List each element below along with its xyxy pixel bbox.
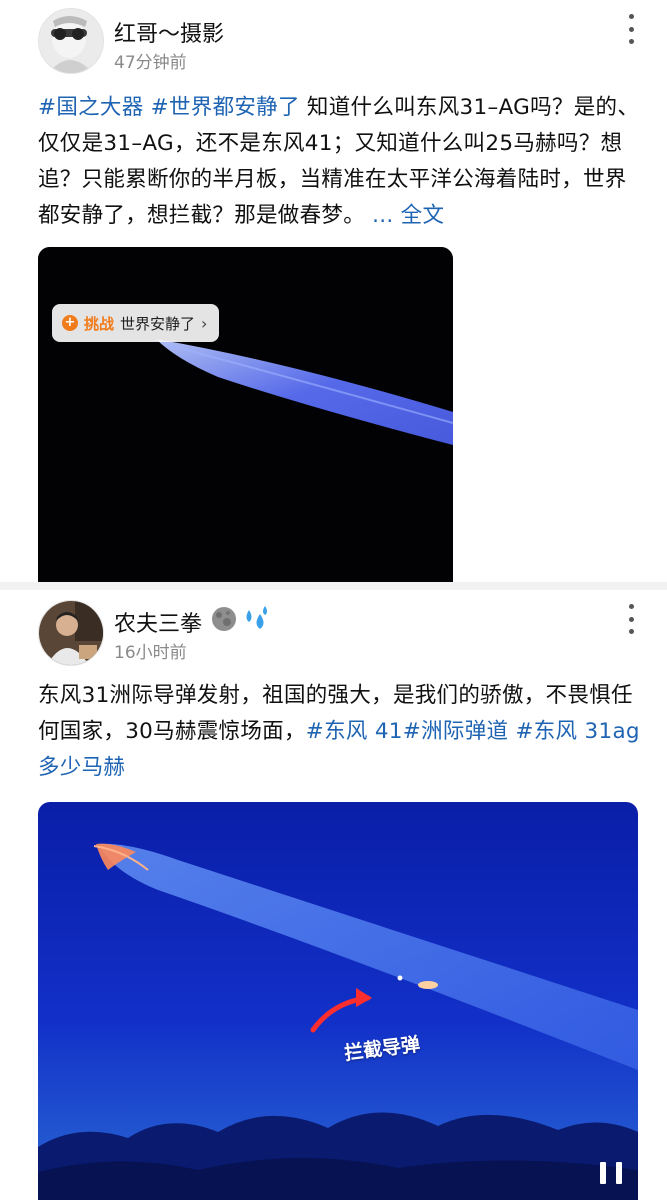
post-text: #国之大器 #世界都安静了 知道什么叫东风31–AG吗？是的、仅仅是31–AG，… <box>38 90 643 234</box>
challenge-chip[interactable]: + 挑战 世界安静了 › <box>52 304 220 342</box>
expand-full-text-link[interactable]: ... 全文 <box>372 203 444 228</box>
avatar[interactable] <box>38 8 104 74</box>
missile-trail-image <box>38 247 453 582</box>
more-vertical-icon[interactable] <box>624 12 638 46</box>
moon-emoji-icon <box>212 607 236 631</box>
username[interactable]: 红哥～摄影 <box>114 16 224 48</box>
avatar[interactable] <box>38 600 104 666</box>
missile-launch-image <box>38 802 638 1200</box>
hashtag-link[interactable]: #洲际弹道 <box>403 719 509 744</box>
hashtag-link[interactable]: #国之大器 <box>38 95 144 120</box>
video-player[interactable]: 拦截导弹 <box>38 802 638 1200</box>
post-time: 47分钟前 <box>114 53 187 73</box>
hashtag-link[interactable]: #东风 41 <box>306 719 403 744</box>
more-vertical-icon[interactable] <box>624 602 638 636</box>
pause-icon[interactable] <box>600 1162 622 1184</box>
post-text: 东风31洲际导弹发射，祖国的强大，是我们的骄傲，不畏惧任何国家，30马赫震惊场面… <box>38 678 643 786</box>
username[interactable]: 农夫三拳 <box>114 606 202 638</box>
sweat-drops-emoji-icon <box>246 606 267 629</box>
post-time: 16小时前 <box>114 643 187 663</box>
feed-post-1: 红哥～摄影 47分钟前 #国之大器 #世界都安静了 知道什么叫东风31–AG吗？… <box>0 0 667 582</box>
feed-post-2: 农夫三拳 16小时前 东风31洲际导弹发射，祖国的强大，是我们的骄傲，不畏惧任何… <box>0 590 667 1200</box>
challenge-badge: 挑战 <box>84 314 115 333</box>
challenge-title: 世界安静了 <box>120 314 196 333</box>
hashtag-link[interactable]: #世界都安静了 <box>151 95 300 120</box>
video-thumbnail[interactable]: + 挑战 世界安静了 › <box>38 247 453 582</box>
challenge-plus-icon: + <box>62 315 78 331</box>
chevron-right-icon: › <box>201 313 208 333</box>
